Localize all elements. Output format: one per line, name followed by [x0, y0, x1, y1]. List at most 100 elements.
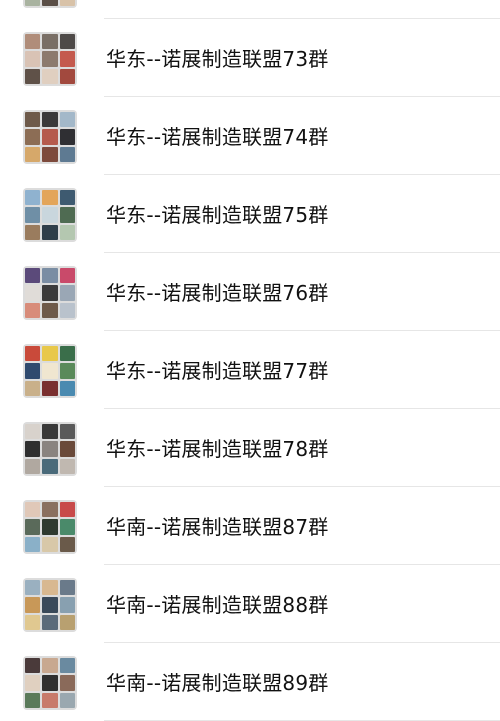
group-name-label: 华东--诺展制造联盟78群 [106, 437, 329, 461]
member-avatar-thumbnail [25, 34, 41, 50]
group-avatar-icon [23, 578, 77, 632]
member-avatar-thumbnail [42, 68, 58, 84]
member-avatar-thumbnail [25, 614, 41, 630]
member-avatar-thumbnail [25, 207, 41, 223]
member-avatar-thumbnail [25, 0, 41, 6]
group-chat-row[interactable]: 华南--诺展制造联盟88群 [0, 565, 500, 643]
member-avatar-thumbnail [59, 285, 75, 301]
group-chat-row[interactable]: 华东--诺展制造联盟75群 [0, 175, 500, 253]
member-avatar-thumbnail [42, 519, 58, 535]
member-avatar-thumbnail [42, 268, 58, 284]
group-avatar-icon [23, 0, 77, 8]
member-avatar-thumbnail [25, 129, 41, 145]
member-avatar-thumbnail [42, 190, 58, 206]
member-avatar-thumbnail [25, 380, 41, 396]
member-avatar-thumbnail [59, 502, 75, 518]
member-avatar-thumbnail [42, 129, 58, 145]
group-avatar-icon [23, 656, 77, 710]
member-avatar-thumbnail [59, 68, 75, 84]
member-avatar-thumbnail [42, 675, 58, 691]
member-avatar-thumbnail [25, 51, 41, 67]
member-avatar-thumbnail [25, 363, 41, 379]
member-avatar-thumbnail [59, 34, 75, 50]
member-avatar-thumbnail [42, 0, 58, 6]
member-avatar-thumbnail [42, 34, 58, 50]
member-avatar-thumbnail [25, 458, 41, 474]
member-avatar-thumbnail [59, 536, 75, 552]
member-avatar-thumbnail [59, 0, 75, 6]
member-avatar-thumbnail [25, 536, 41, 552]
member-avatar-thumbnail [25, 285, 41, 301]
member-avatar-thumbnail [59, 51, 75, 67]
member-avatar-thumbnail [25, 190, 41, 206]
member-avatar-thumbnail [42, 536, 58, 552]
member-avatar-thumbnail [42, 146, 58, 162]
member-avatar-thumbnail [59, 268, 75, 284]
group-chat-row[interactable]: 华东--诺展制造联盟78群 [0, 409, 500, 487]
member-avatar-thumbnail [25, 146, 41, 162]
member-avatar-thumbnail [25, 692, 41, 708]
group-chat-row[interactable]: 华东--诺展制造联盟77群 [0, 331, 500, 409]
member-avatar-thumbnail [59, 302, 75, 318]
member-avatar-thumbnail [59, 597, 75, 613]
member-avatar-thumbnail [42, 363, 58, 379]
group-chat-row[interactable]: 华南--诺展制造联盟89群 [0, 643, 500, 721]
group-avatar-icon [23, 188, 77, 242]
group-chat-list: 华东--诺展制造联盟73群 华东--诺展制造联盟74群 华东--诺展制造联盟75群华… [0, 0, 500, 721]
member-avatar-thumbnail [25, 424, 41, 440]
member-avatar-thumbnail [59, 424, 75, 440]
member-avatar-thumbnail [59, 692, 75, 708]
member-avatar-thumbnail [25, 268, 41, 284]
member-avatar-thumbnail [42, 692, 58, 708]
member-avatar-thumbnail [25, 502, 41, 518]
member-avatar-thumbnail [25, 658, 41, 674]
member-avatar-thumbnail [42, 614, 58, 630]
member-avatar-thumbnail [42, 458, 58, 474]
member-avatar-thumbnail [42, 207, 58, 223]
member-avatar-thumbnail [59, 129, 75, 145]
member-avatar-thumbnail [59, 190, 75, 206]
member-avatar-thumbnail [25, 675, 41, 691]
member-avatar-thumbnail [59, 207, 75, 223]
member-avatar-thumbnail [59, 380, 75, 396]
member-avatar-thumbnail [25, 224, 41, 240]
member-avatar-thumbnail [25, 441, 41, 457]
member-avatar-thumbnail [42, 285, 58, 301]
group-chat-row[interactable]: 华东--诺展制造联盟73群 [0, 19, 500, 97]
member-avatar-thumbnail [25, 346, 41, 362]
member-avatar-thumbnail [59, 112, 75, 128]
group-chat-row[interactable]: 华南--诺展制造联盟87群 [0, 487, 500, 565]
group-avatar-icon [23, 500, 77, 554]
member-avatar-thumbnail [42, 658, 58, 674]
member-avatar-thumbnail [42, 51, 58, 67]
group-avatar-icon [23, 32, 77, 86]
member-avatar-thumbnail [59, 519, 75, 535]
member-avatar-thumbnail [59, 224, 75, 240]
member-avatar-thumbnail [59, 658, 75, 674]
group-avatar-icon [23, 110, 77, 164]
member-avatar-thumbnail [59, 363, 75, 379]
member-avatar-thumbnail [42, 580, 58, 596]
member-avatar-thumbnail [59, 614, 75, 630]
member-avatar-thumbnail [25, 68, 41, 84]
group-name-label: 华东--诺展制造联盟74群 [106, 125, 329, 149]
group-chat-row[interactable]: 华东--诺展制造联盟76群 [0, 253, 500, 331]
group-name-label: 华东--诺展制造联盟73群 [106, 47, 329, 71]
member-avatar-thumbnail [42, 224, 58, 240]
group-avatar-icon [23, 266, 77, 320]
member-avatar-thumbnail [42, 441, 58, 457]
member-avatar-thumbnail [42, 502, 58, 518]
member-avatar-thumbnail [42, 302, 58, 318]
member-avatar-thumbnail [42, 597, 58, 613]
member-avatar-thumbnail [42, 346, 58, 362]
group-avatar-icon [23, 422, 77, 476]
member-avatar-thumbnail [25, 112, 41, 128]
group-chat-row[interactable] [0, 0, 500, 19]
group-name-label: 华东--诺展制造联盟77群 [106, 359, 329, 383]
member-avatar-thumbnail [42, 112, 58, 128]
member-avatar-thumbnail [25, 580, 41, 596]
group-chat-row[interactable]: 华东--诺展制造联盟74群 [0, 97, 500, 175]
group-name-label: 华南--诺展制造联盟88群 [106, 593, 329, 617]
group-avatar-icon [23, 344, 77, 398]
member-avatar-thumbnail [59, 146, 75, 162]
